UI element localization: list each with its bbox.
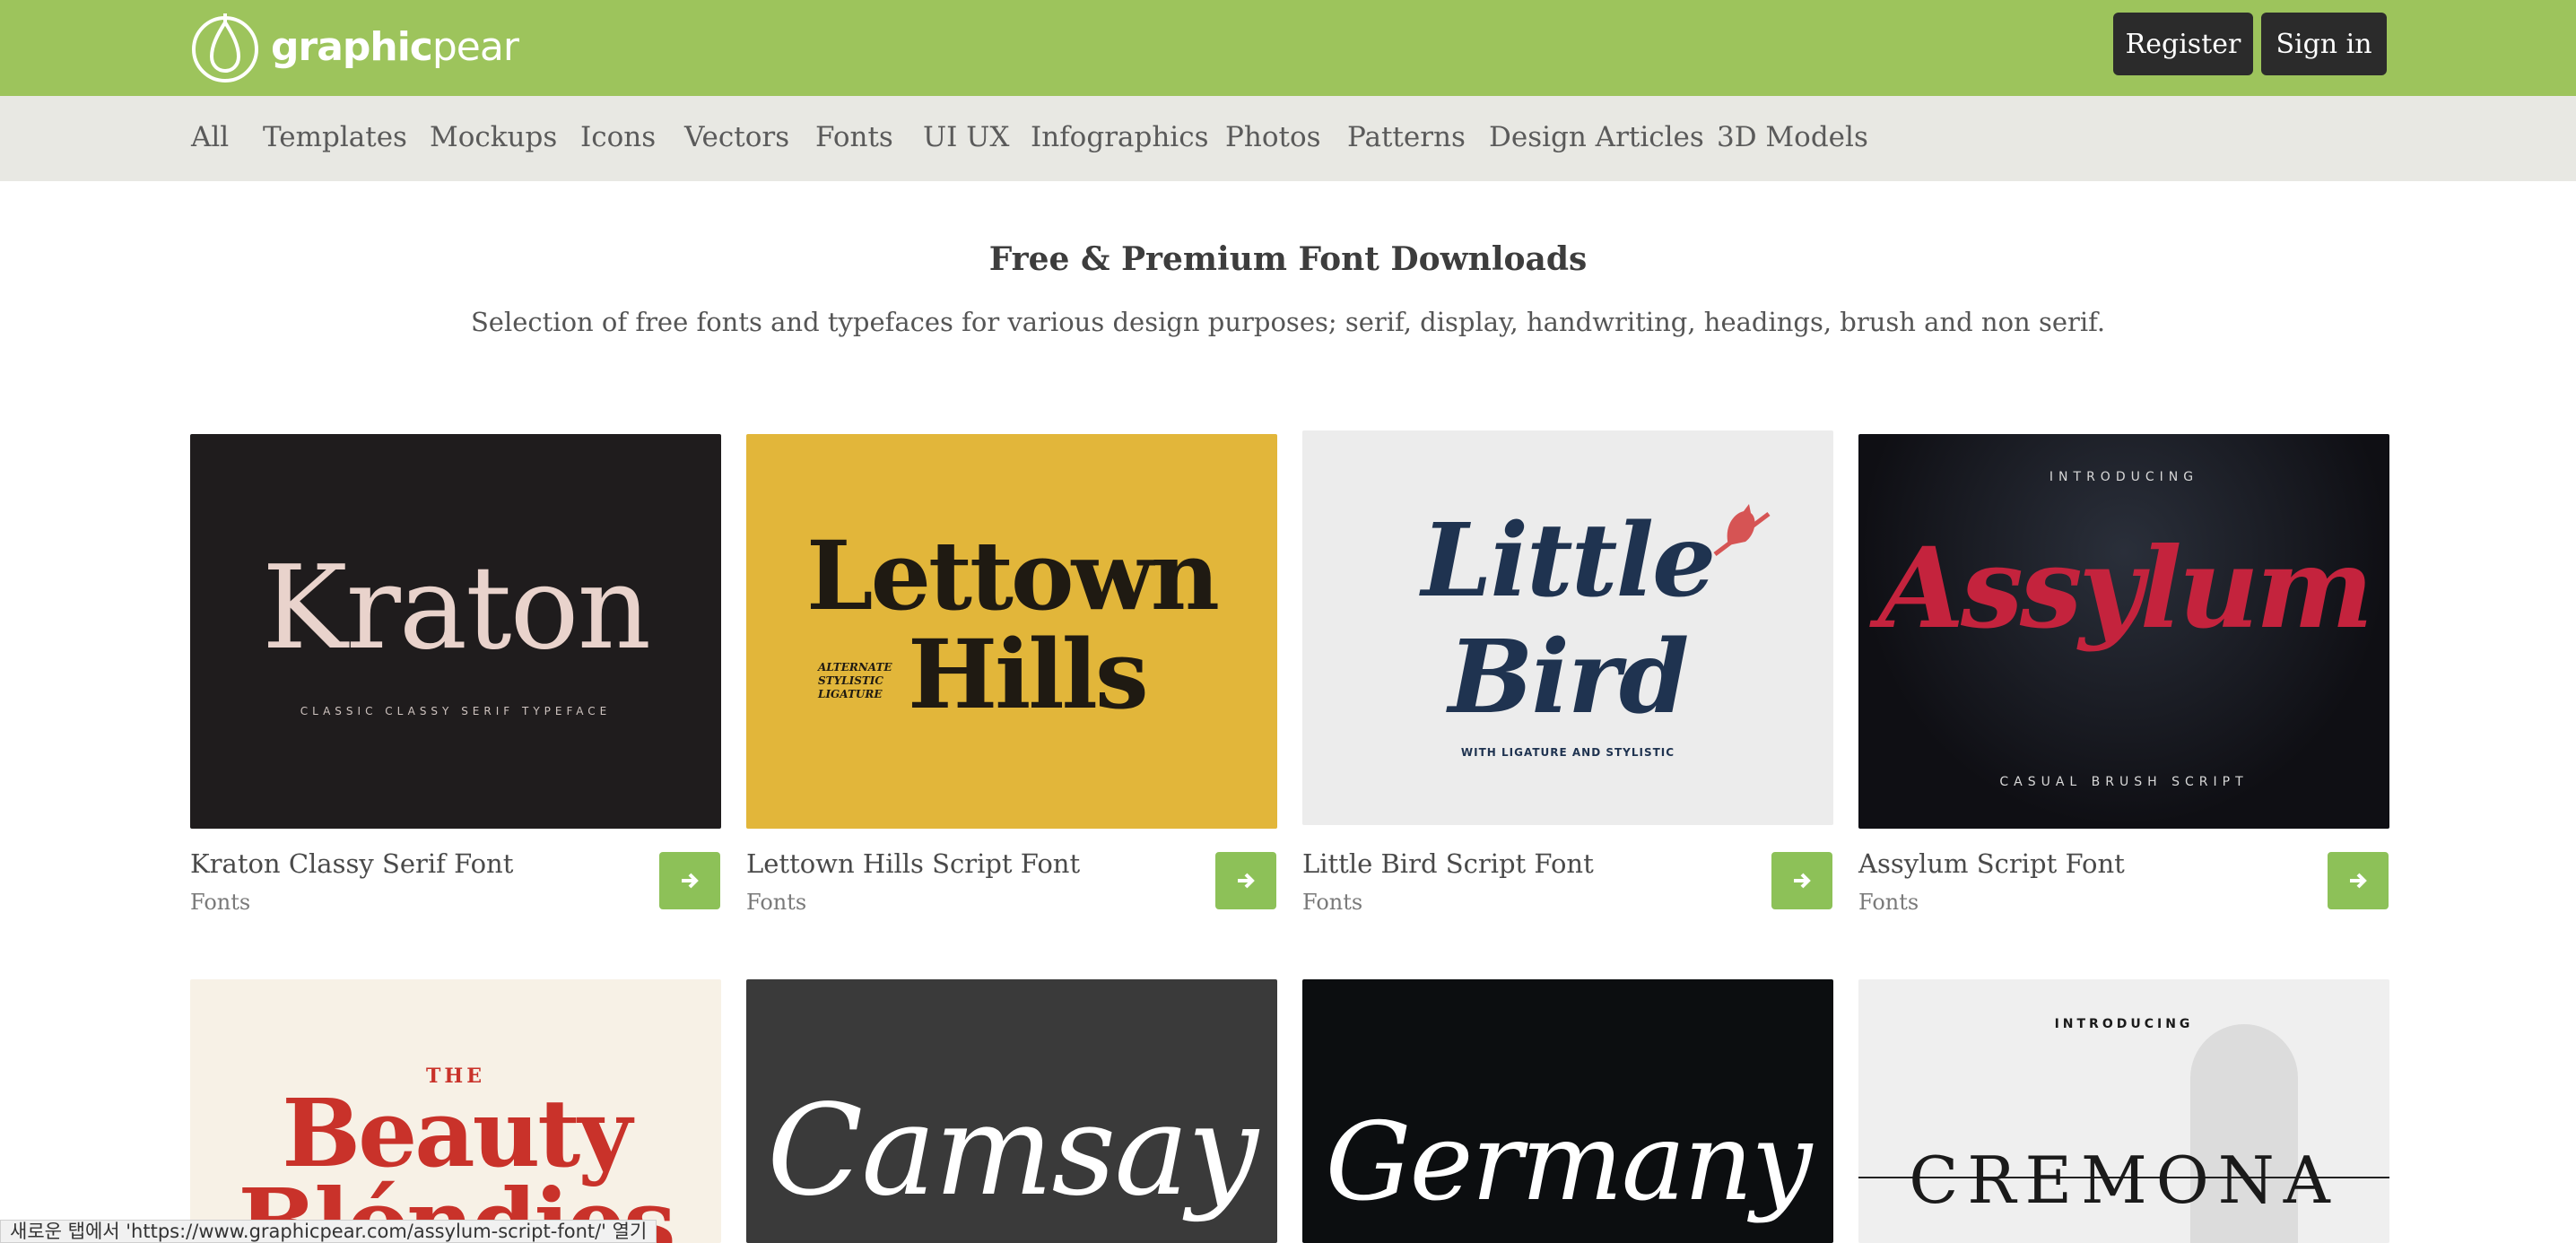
nav-item-ui-ux[interactable]: UI UX	[923, 121, 1009, 153]
arrow-right-icon	[2350, 873, 2367, 889]
open-button[interactable]	[1771, 852, 1832, 909]
category-nav: All Templates Mockups Icons Vectors Font…	[0, 96, 2576, 181]
nav-item-patterns[interactable]: Patterns	[1347, 121, 1466, 153]
card-category[interactable]: Fonts	[746, 890, 806, 915]
thumb-headline: Lettown	[806, 519, 1220, 631]
card-category[interactable]: Fonts	[1302, 890, 1362, 915]
card-title[interactable]: Little Bird Script Font	[1302, 848, 1594, 879]
nav-item-vectors[interactable]: Vectors	[684, 121, 789, 153]
thumb-tag-2: STYLISTIC	[818, 674, 883, 687]
card-thumbnail[interactable]: Germany	[1302, 979, 1833, 1243]
arrow-right-icon	[682, 873, 699, 889]
pear-icon	[192, 13, 258, 83]
card-title[interactable]: Kraton Classy Serif Font	[190, 848, 513, 879]
card-thumbnail[interactable]: Camsay	[746, 979, 1277, 1243]
nav-item-design-articles[interactable]: Design Articles	[1489, 121, 1704, 153]
bird-icon	[1713, 504, 1771, 556]
thumb-tag-3: LIGATURE	[818, 688, 883, 700]
arrow-right-icon	[1794, 873, 1811, 889]
nav-item-3d-models[interactable]: 3D Models	[1717, 121, 1868, 153]
thumb-intro: INTRODUCING	[2054, 1017, 2194, 1031]
thumb-headline: CREMONA	[1909, 1143, 2339, 1218]
thumb-headline: Germany	[1325, 1100, 1813, 1225]
thumb-tagline: CLASSIC CLASSY SERIF TYPEFACE	[300, 705, 612, 717]
nav-item-mockups[interactable]: Mockups	[430, 121, 557, 153]
nav-item-templates[interactable]: Templates	[263, 121, 407, 153]
sign-in-button[interactable]: Sign in	[2261, 13, 2387, 75]
site-logo[interactable]: graphicpear	[190, 7, 519, 86]
nav-item-fonts[interactable]: Fonts	[815, 121, 893, 153]
top-header: graphicpear Register Sign in	[0, 0, 2576, 96]
card-title[interactable]: Assylum Script Font	[1858, 848, 2125, 879]
card-thumbnail[interactable]: INTRODUCING Assylum CASUAL BRUSH SCRIPT	[1858, 434, 2389, 829]
page-subtitle: Selection of free fonts and typefaces fo…	[470, 307, 2106, 337]
page-title: Free & Premium Font Downloads	[988, 240, 1588, 278]
register-button[interactable]: Register	[2113, 13, 2253, 75]
nav-item-infographics[interactable]: Infographics	[1031, 121, 1209, 153]
card-title[interactable]: Lettown Hills Script Font	[746, 848, 1080, 879]
nav-item-photos[interactable]: Photos	[1225, 121, 1321, 153]
card-thumbnail[interactable]: THE Beauty Blóndies	[190, 979, 721, 1243]
card-thumbnail[interactable]: Kraton CLASSIC CLASSY SERIF TYPEFACE	[190, 434, 721, 829]
card-thumbnail[interactable]: Little Bird WITH LIGATURE AND STYLISTIC	[1302, 430, 1833, 825]
card-category[interactable]: Fonts	[190, 890, 250, 915]
open-button[interactable]	[1215, 852, 1276, 909]
thumb-headline-2: Hills	[908, 618, 1149, 730]
card-category[interactable]: Fonts	[1858, 890, 1919, 915]
nav-item-all[interactable]: All	[191, 121, 229, 153]
thumb-tagline: WITH LIGATURE AND STYLISTIC	[1460, 746, 1675, 759]
browser-status-bar: 새로운 탭에서 'https://www.graphicpear.com/ass…	[0, 1220, 657, 1243]
card-thumbnail[interactable]: INTRODUCING CREMONA	[1858, 979, 2389, 1243]
open-button[interactable]	[659, 852, 720, 909]
thumb-headline-2: Bird	[1448, 619, 1690, 736]
thumb-headline: Assylum	[1877, 524, 2373, 654]
open-button[interactable]	[2328, 852, 2389, 909]
arrow-right-icon	[1238, 873, 1255, 889]
thumb-headline: Kraton	[261, 542, 651, 675]
nav-item-icons[interactable]: Icons	[580, 121, 656, 153]
thumb-tag-1: ALTERNATE	[818, 661, 892, 674]
thumb-headline: Camsay	[767, 1078, 1258, 1224]
card-thumbnail[interactable]: Lettown Hills ALTERNATE STYLISTIC LIGATU…	[746, 434, 1277, 829]
thumb-tagline: CASUAL BRUSH SCRIPT	[1999, 775, 2249, 789]
thumb-intro: INTRODUCING	[2049, 470, 2199, 484]
logo-wordmark: graphicpear	[271, 23, 519, 70]
